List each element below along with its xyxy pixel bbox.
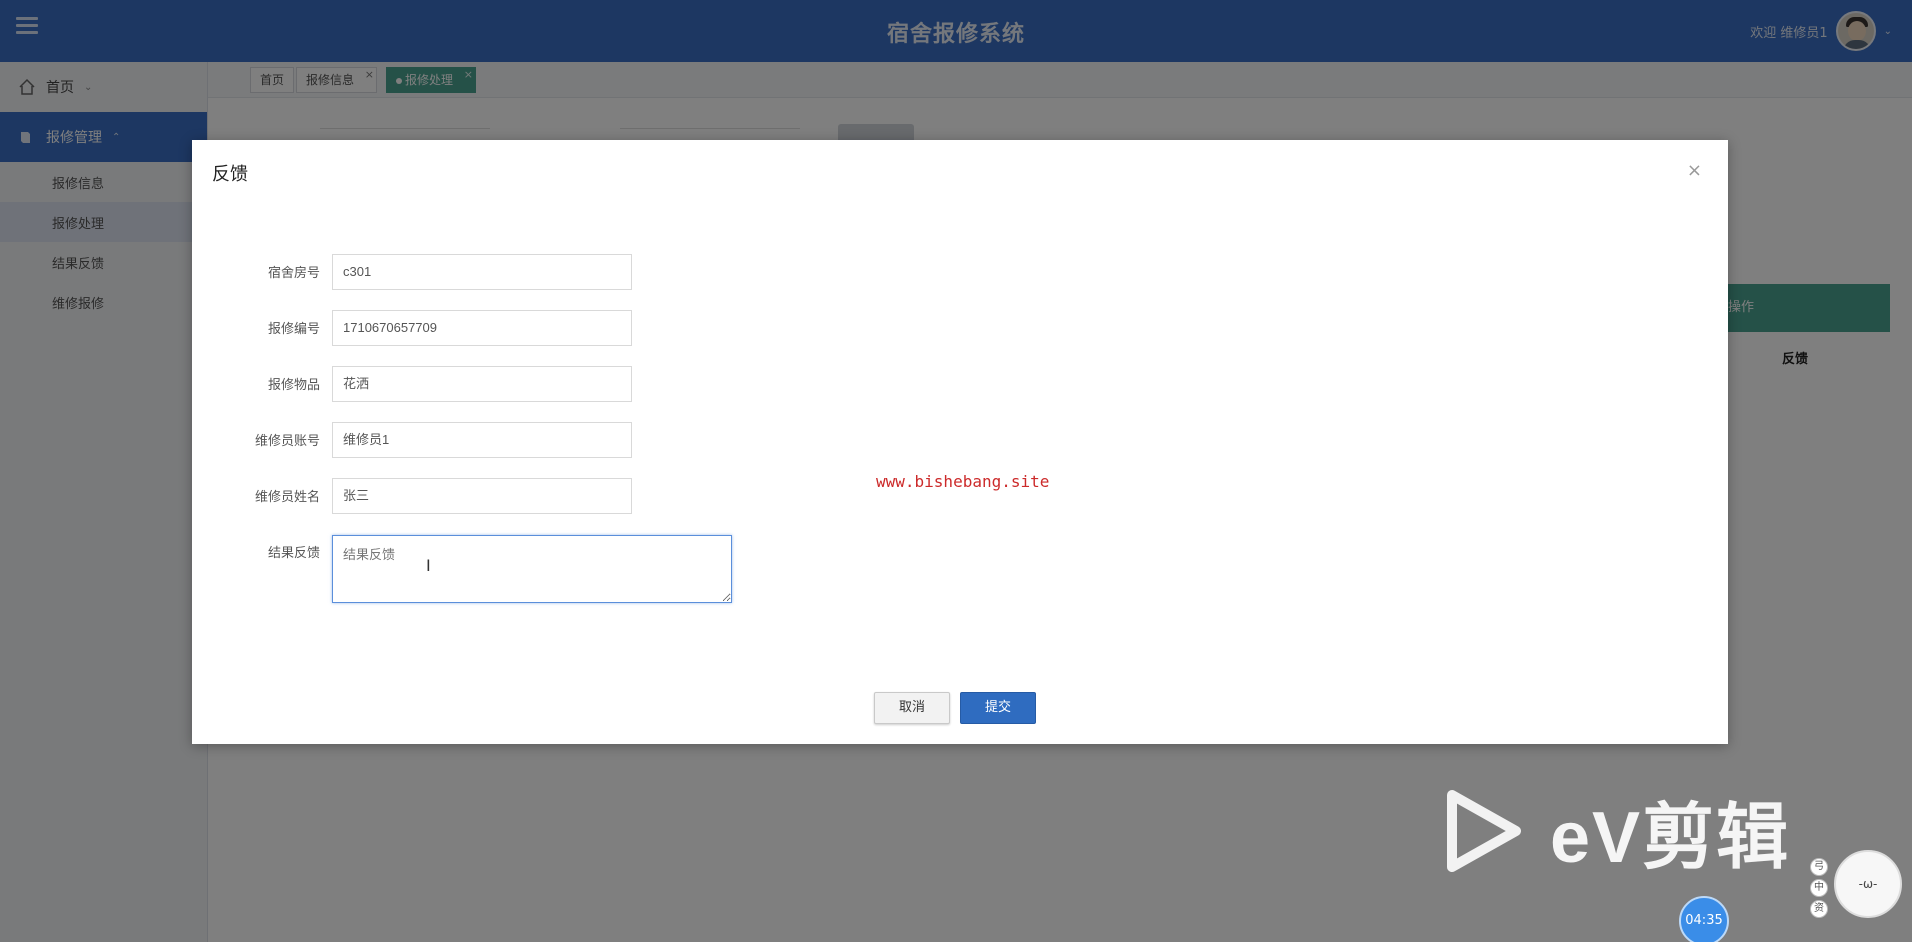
repairer-account-label: 维修员账号 — [254, 434, 320, 449]
ev-brand-text: eV剪辑 — [1550, 798, 1791, 878]
side-badges: 弓 中 资 — [1810, 858, 1830, 921]
ev-watermark: eV剪辑 — [1446, 778, 1790, 883]
repair-item-field[interactable]: 花洒 — [332, 366, 632, 402]
repairer-account-field[interactable]: 维修员1 — [332, 422, 632, 458]
feedback-modal: 反馈 × 宿舍房号 c301 报修编号 1710670657709 报修物品 花… — [192, 140, 1728, 744]
repair-id-label: 报修编号 — [267, 322, 320, 337]
text-cursor-icon: I — [426, 556, 431, 575]
badge: 资 — [1810, 900, 1828, 918]
repair-item-label: 报修物品 — [267, 378, 320, 393]
repairer-name-field[interactable]: 张三 — [332, 478, 632, 514]
feedback-textarea[interactable] — [332, 535, 732, 603]
feedback-label: 结果反馈 — [267, 546, 320, 561]
cancel-button[interactable]: 取消 — [874, 692, 950, 724]
repair-id-field[interactable]: 1710670657709 — [332, 310, 632, 346]
room-number-field[interactable]: c301 — [332, 254, 632, 290]
close-icon[interactable]: × — [1687, 162, 1702, 180]
watermark-url: www.bishebang.site — [876, 472, 1050, 491]
mascot-icon: -ω- — [1834, 850, 1902, 918]
modal-title: 反馈 — [212, 164, 248, 185]
badge: 弓 — [1810, 858, 1828, 876]
badge: 中 — [1810, 879, 1828, 897]
room-number-label: 宿舍房号 — [267, 266, 320, 281]
play-icon — [1447, 789, 1521, 872]
repairer-name-label: 维修员姓名 — [254, 490, 320, 505]
recording-timer: 04:35 — [1679, 896, 1729, 942]
submit-button[interactable]: 提交 — [960, 692, 1036, 724]
